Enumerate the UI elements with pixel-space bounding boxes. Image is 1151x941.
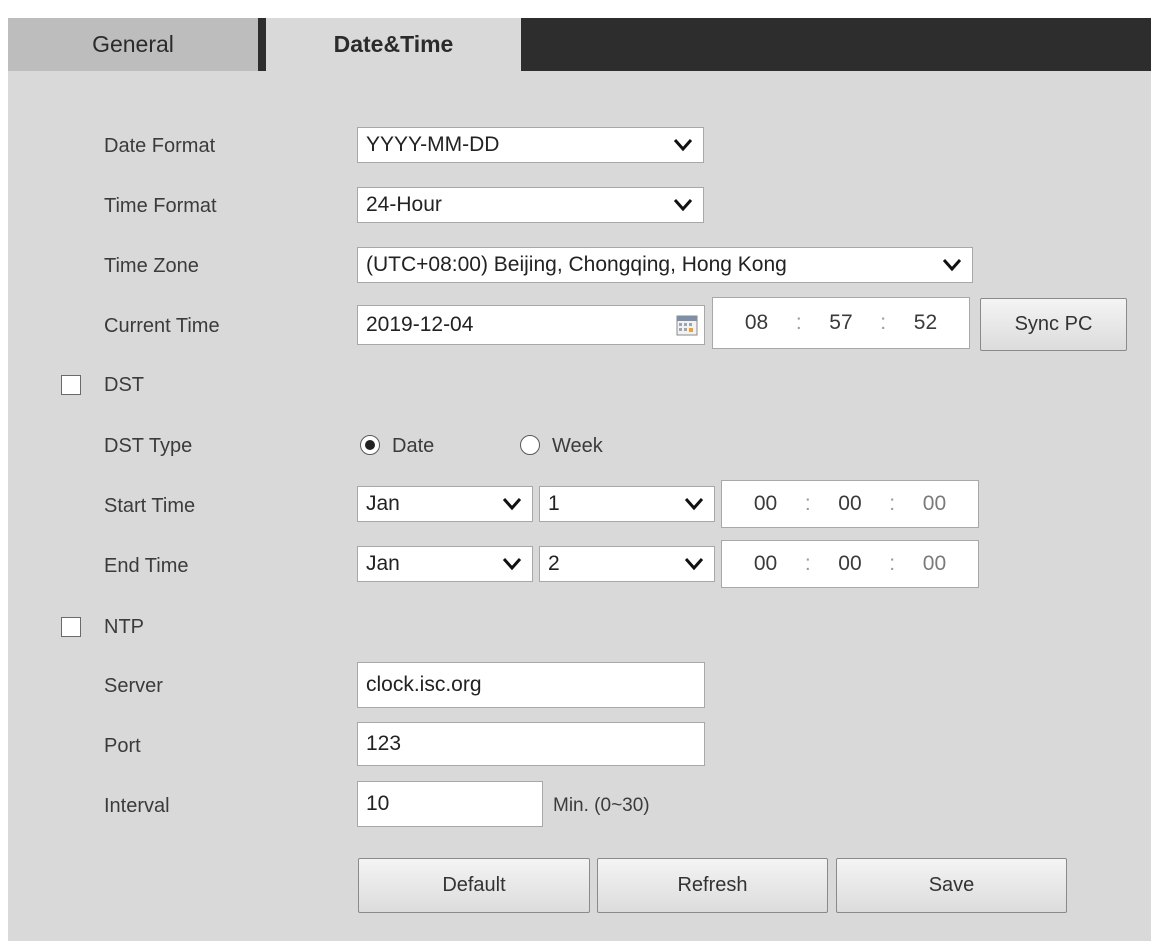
time-separator: : [880, 311, 887, 334]
time-zone-select[interactable]: (UTC+08:00) Beijing, Chongqing, Hong Kon… [357, 247, 973, 283]
start-time-label: Start Time [104, 495, 196, 517]
current-date-input[interactable]: 2019-12-04 [357, 305, 705, 345]
time-format-value: 24-Hour [366, 193, 442, 216]
dst-type-week-radio[interactable] [520, 435, 540, 455]
start-month-select[interactable]: Jan [357, 486, 533, 522]
current-time-label: Current Time [104, 315, 220, 337]
current-second[interactable]: 52 [914, 311, 937, 335]
server-value: clock.isc.org [366, 673, 482, 696]
time-separator: : [795, 311, 802, 334]
tab-datetime[interactable]: Date&Time [266, 18, 521, 71]
end-time-input[interactable]: 00 : 00 : 00 [721, 540, 979, 588]
tab-divider [258, 18, 266, 71]
chevron-down-icon [684, 558, 704, 571]
calendar-icon[interactable] [676, 314, 698, 336]
current-time-input[interactable]: 08 : 57 : 52 [712, 297, 970, 349]
date-format-select[interactable]: YYYY-MM-DD [357, 127, 704, 163]
time-zone-value: (UTC+08:00) Beijing, Chongqing, Hong Kon… [366, 253, 787, 276]
date-format-label: Date Format [104, 135, 216, 157]
port-value: 123 [366, 732, 402, 755]
time-zone-label: Time Zone [104, 255, 199, 277]
chevron-down-icon [942, 259, 962, 272]
start-hour[interactable]: 00 [754, 492, 777, 516]
chevron-down-icon [502, 498, 522, 511]
current-hour[interactable]: 08 [745, 311, 768, 335]
time-separator: : [889, 552, 896, 575]
end-minute[interactable]: 00 [838, 552, 861, 576]
tab-general[interactable]: General [8, 18, 258, 71]
end-hour[interactable]: 00 [754, 552, 777, 576]
end-month-select[interactable]: Jan [357, 546, 533, 582]
port-label: Port [104, 735, 141, 757]
dst-type-label: DST Type [104, 435, 193, 457]
time-separator: : [889, 492, 896, 515]
time-separator: : [804, 492, 811, 515]
dst-type-week-label: Week [552, 435, 603, 457]
end-time-label: End Time [104, 555, 189, 577]
dst-type-date-radio[interactable] [360, 435, 380, 455]
end-day-select[interactable]: 2 [539, 546, 715, 582]
start-minute[interactable]: 00 [838, 492, 861, 516]
start-day-select[interactable]: 1 [539, 486, 715, 522]
interval-value: 10 [366, 792, 390, 815]
end-second[interactable]: 00 [923, 552, 946, 576]
interval-input[interactable]: 10 [357, 781, 543, 827]
port-input[interactable]: 123 [357, 722, 705, 766]
time-separator: : [804, 552, 811, 575]
chevron-down-icon [502, 558, 522, 571]
server-input[interactable]: clock.isc.org [357, 662, 705, 708]
start-time-input[interactable]: 00 : 00 : 00 [721, 480, 979, 528]
end-day-value: 2 [548, 552, 560, 575]
sync-pc-button[interactable]: Sync PC [980, 298, 1127, 351]
chevron-down-icon [673, 139, 693, 152]
dst-type-date-label: Date [392, 435, 435, 457]
ntp-label: NTP [104, 616, 144, 638]
start-second[interactable]: 00 [923, 492, 946, 516]
start-month-value: Jan [366, 492, 400, 515]
date-format-value: YYYY-MM-DD [366, 133, 500, 156]
default-button[interactable]: Default [358, 858, 590, 913]
time-format-label: Time Format [104, 195, 217, 217]
refresh-button[interactable]: Refresh [597, 858, 828, 913]
chevron-down-icon [673, 199, 693, 212]
ntp-checkbox[interactable] [61, 617, 81, 637]
server-label: Server [104, 675, 163, 697]
interval-hint: Min. (0~30) [553, 795, 650, 816]
save-button[interactable]: Save [836, 858, 1067, 913]
current-minute[interactable]: 57 [829, 311, 852, 335]
current-date-value: 2019-12-04 [366, 313, 474, 336]
dst-checkbox[interactable] [61, 375, 81, 395]
start-day-value: 1 [548, 492, 560, 515]
time-format-select[interactable]: 24-Hour [357, 187, 704, 223]
end-month-value: Jan [366, 552, 400, 575]
chevron-down-icon [684, 498, 704, 511]
dst-label: DST [104, 374, 144, 396]
interval-label: Interval [104, 795, 170, 817]
